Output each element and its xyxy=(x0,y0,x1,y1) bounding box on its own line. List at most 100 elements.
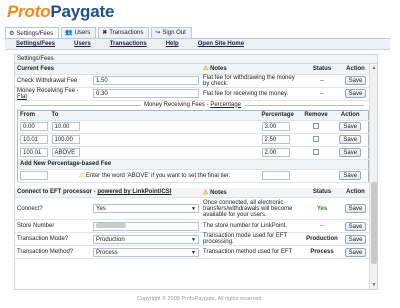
eft-name: Store Number xyxy=(15,219,91,233)
pct-value-cell: 2.50 xyxy=(259,133,300,147)
add-fee-row: ⚠ Enter the word 'ABOVE' if you want to … xyxy=(17,169,369,183)
eft-name: Connect? xyxy=(15,197,91,220)
flat-link[interactable]: Flat xyxy=(17,94,27,100)
transaction-mode-select[interactable]: Production ▼ xyxy=(93,234,199,244)
pct-to-input[interactable]: ABOVE xyxy=(51,148,80,157)
chevron-down-icon: ▼ xyxy=(191,249,196,256)
redacted-value xyxy=(96,223,126,229)
save-button[interactable]: Save xyxy=(339,135,362,144)
tab-users[interactable]: 👥 Users xyxy=(61,27,97,38)
pct-remove-cell xyxy=(299,146,333,160)
add-pct-cell xyxy=(259,169,300,183)
signout-icon: ↪ xyxy=(155,30,161,36)
eft-note: Transaction mode used for EFT processing… xyxy=(201,232,304,246)
add-fee-title: Add New Percentage-based Fee xyxy=(17,159,369,170)
eft-value-cell: Process ▼ xyxy=(91,245,202,259)
linkpoint-link[interactable]: powered by LinkPoint/CSI xyxy=(97,189,171,195)
save-button[interactable]: Save xyxy=(344,89,367,98)
eft-note: The store number for LinkPoint. xyxy=(201,219,304,233)
new-from-input[interactable] xyxy=(20,171,48,180)
pct-value-input[interactable]: 3.00 xyxy=(261,122,290,131)
remove-checkbox[interactable] xyxy=(313,123,319,130)
fee-row-money-receiving: Money Receiving Fee - Flat 0.30 Flat fee… xyxy=(15,87,370,101)
store-number-input[interactable] xyxy=(93,221,199,231)
scrollbar-thumb[interactable] xyxy=(371,182,377,264)
eft-action-cell: Save xyxy=(341,232,371,246)
subnav-help[interactable]: Help xyxy=(166,39,179,49)
scroll-down-icon[interactable]: ▼ xyxy=(370,281,377,289)
add-from-cell xyxy=(17,169,50,183)
pct-remove-cell xyxy=(299,120,333,134)
save-button[interactable]: Save xyxy=(344,234,367,244)
eft-status: Production xyxy=(303,232,342,246)
pct-action-cell: Save xyxy=(332,133,369,147)
save-button[interactable]: Save xyxy=(344,247,367,257)
eft-name: Transaction Mode? xyxy=(15,232,91,246)
fee-status: -- xyxy=(303,87,341,101)
subnav-transactions[interactable]: Transactions xyxy=(110,39,147,49)
pct-row: 10.01 100.00 2.50 Save xyxy=(17,133,369,147)
pct-row: 0.00 10.00 3.00 Save xyxy=(17,120,369,134)
fees-header-row: Current Fees ⚠ Notes Status Action xyxy=(15,64,370,75)
fees-header-value xyxy=(91,64,201,75)
eft-row-store-number: Store Number The store number for LinkPo… xyxy=(15,219,371,233)
eft-status: Yes xyxy=(303,197,342,220)
tab-label: Sign Out xyxy=(162,30,186,36)
tab-label: Settings/Fees xyxy=(16,30,54,37)
panel-title: Settings/Fees xyxy=(15,55,377,64)
connect-select[interactable]: Yes ▼ xyxy=(93,204,199,213)
chevron-down-icon: ▼ xyxy=(191,206,196,212)
transaction-method-select[interactable]: Process ▼ xyxy=(93,247,199,257)
pct-header-action: Action xyxy=(332,110,369,121)
pct-to-input[interactable]: 10.00 xyxy=(51,122,80,131)
warning-icon: ⚠ xyxy=(203,66,209,73)
remove-checkbox[interactable] xyxy=(313,149,319,156)
add-action-cell: Save xyxy=(332,169,369,183)
pct-value-cell: 2.00 xyxy=(259,146,300,160)
remove-checkbox[interactable] xyxy=(313,136,319,143)
add-hint: Enter the word 'ABOVE' if you want to se… xyxy=(85,173,231,179)
eft-action-cell: Save xyxy=(341,197,371,220)
pct-from-input[interactable]: 100.01 xyxy=(20,148,48,157)
tab-transactions[interactable]: ✖ Transactions xyxy=(98,27,150,38)
logo: ProtoPaygate xyxy=(7,3,114,21)
transactions-icon: ✖ xyxy=(102,30,108,36)
pct-from-input[interactable]: 0.00 xyxy=(20,122,48,131)
save-button[interactable]: Save xyxy=(339,122,362,131)
subnav-settings[interactable]: Settings/Fees xyxy=(16,39,55,49)
pct-value-input[interactable]: 2.00 xyxy=(261,148,290,157)
money-receiving-fee-input[interactable]: 0.30 xyxy=(93,89,199,98)
fee-value-cell: 0.30 xyxy=(91,87,201,101)
pct-value-input[interactable]: 2.50 xyxy=(261,135,290,144)
pct-to-cell: 100.00 xyxy=(49,133,260,147)
save-button[interactable]: Save xyxy=(344,76,367,85)
save-button[interactable]: Save xyxy=(339,171,362,180)
check-withdrawal-fee-input[interactable]: 1.50 xyxy=(93,76,199,85)
pct-to-input[interactable]: 100.00 xyxy=(51,135,80,144)
subnav-users[interactable]: Users xyxy=(74,39,91,49)
percentage-divider: Money Receiving Fees - Percentage xyxy=(15,101,370,110)
save-button[interactable]: Save xyxy=(344,221,367,231)
pct-header-percentage: Percentage xyxy=(259,110,300,121)
vertical-scrollbar[interactable]: ▲ ▼ xyxy=(369,64,377,289)
eft-row-connect: Connect? Yes ▼ Once connected, all electr… xyxy=(15,197,371,220)
percentage-fees-table: From To Percentage Remove Action 0.00 10… xyxy=(17,109,369,183)
subnav-open-site-home[interactable]: Open Site Home xyxy=(198,39,244,49)
scroll-up-icon[interactable]: ▲ xyxy=(370,64,377,72)
pct-from-input[interactable]: 10.01 xyxy=(20,135,48,144)
pct-header-from: From xyxy=(17,110,50,121)
pct-to-cell: 10.00 xyxy=(49,120,260,134)
save-button[interactable]: Save xyxy=(344,204,367,213)
select-value: Process xyxy=(96,249,118,256)
new-pct-input[interactable] xyxy=(261,171,290,180)
fee-action-cell: Save xyxy=(341,87,370,101)
settings-panel: Settings/Fees Current Fees ⚠ Notes Statu… xyxy=(14,54,378,290)
percentage-link[interactable]: Percentage xyxy=(210,102,241,108)
save-button[interactable]: Save xyxy=(339,148,362,157)
fees-header-status: Status xyxy=(303,64,341,75)
fee-name: Money Receiving Fee - Flat xyxy=(15,87,91,101)
sub-navigation: Settings/Fees Users Transactions Help Op… xyxy=(5,39,390,50)
tab-signout[interactable]: ↪ Sign Out xyxy=(151,27,192,38)
logo-part1: Proto xyxy=(7,2,51,21)
fee-note: Flat fee for withdrawing the money by ch… xyxy=(201,74,303,88)
